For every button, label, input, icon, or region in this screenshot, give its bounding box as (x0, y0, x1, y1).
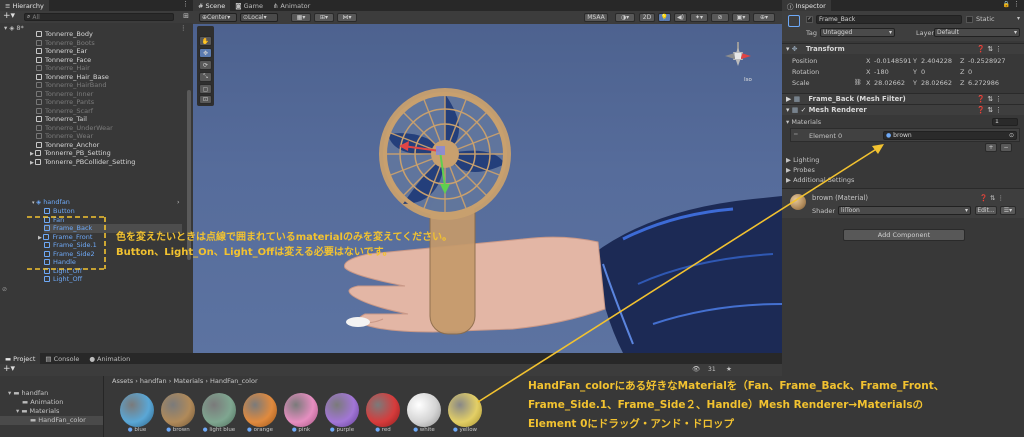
annotation-lines (27, 144, 884, 403)
annotation-note-1: 色を変えたいときは点線で囲まれているmaterialのみを変えてください。 Bu… (116, 232, 453, 258)
annotation-note-2: HandFan_colorにある好きなMaterialを（Fan、Frame_B… (528, 380, 945, 430)
